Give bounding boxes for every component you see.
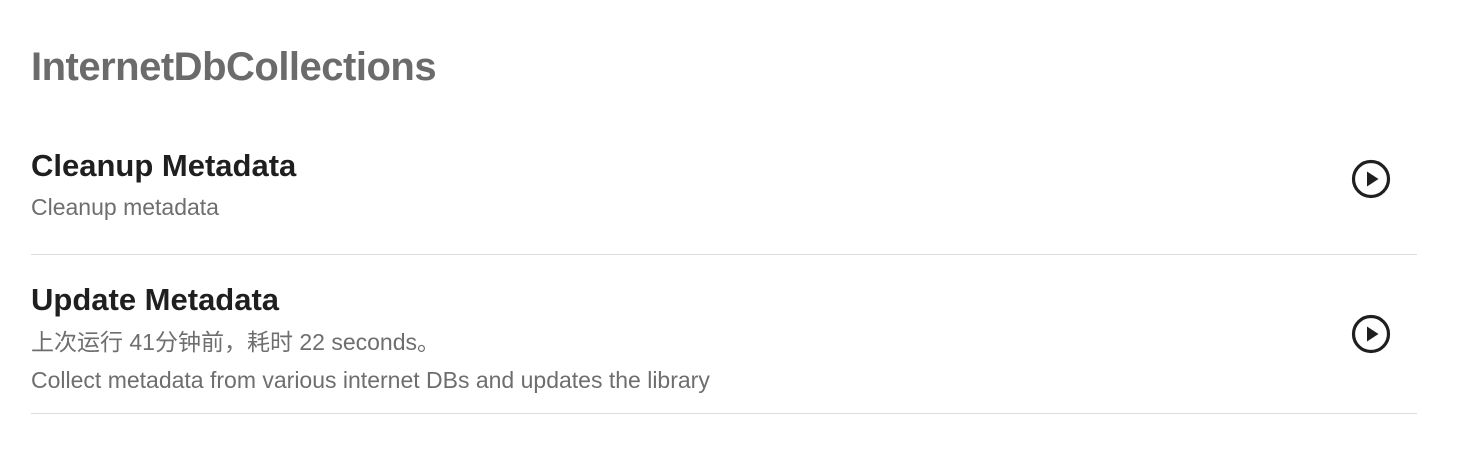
play-circle-icon — [1351, 314, 1391, 354]
task-name[interactable]: Cleanup Metadata — [31, 148, 296, 184]
task-name[interactable]: Update Metadata — [31, 282, 279, 318]
run-task-button[interactable] — [1350, 158, 1392, 200]
task-description: Collect metadata from various internet D… — [31, 367, 710, 393]
task-last-run: 上次运行 41分钟前，耗时 22 seconds。 — [31, 329, 441, 355]
play-circle-icon — [1351, 159, 1391, 199]
task-item-cleanup-metadata[interactable]: Cleanup Metadata Cleanup metadata — [31, 140, 1417, 255]
task-description: Cleanup metadata — [31, 194, 219, 220]
task-item-update-metadata[interactable]: Update Metadata 上次运行 41分钟前，耗时 22 seconds… — [31, 255, 1417, 414]
run-task-button[interactable] — [1350, 313, 1392, 355]
section-title: InternetDbCollections — [31, 45, 437, 89]
